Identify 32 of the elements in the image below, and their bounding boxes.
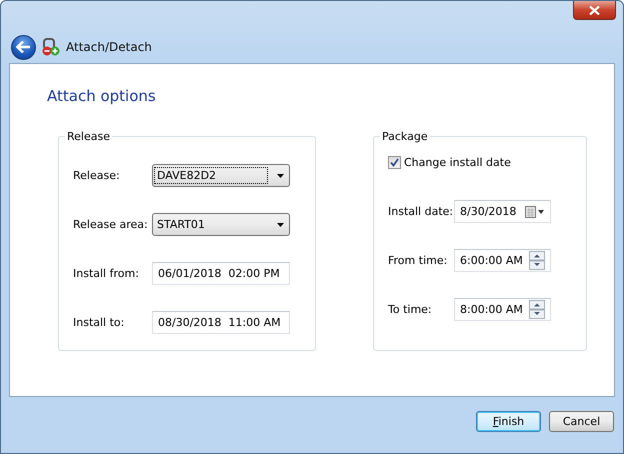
checkbox-label[interactable]: Change install date xyxy=(404,156,511,168)
attach-detach-icon xyxy=(42,38,60,56)
back-button[interactable] xyxy=(11,34,36,60)
spinner-icon[interactable] xyxy=(529,300,545,319)
finish-button[interactable]: Finish xyxy=(476,411,541,432)
field-label: Release: xyxy=(73,169,121,182)
field-label: Release area: xyxy=(73,218,149,231)
field-label: Install to: xyxy=(73,316,126,329)
field-label: Install date: xyxy=(388,205,454,218)
checkbox[interactable] xyxy=(388,156,401,168)
field-label: From time: xyxy=(388,254,448,267)
text-field[interactable]: 06/01/2018 02:00 PM xyxy=(152,262,290,285)
dropdown[interactable]: START01 xyxy=(152,213,290,236)
group-title: Release xyxy=(66,130,111,143)
text-field[interactable]: 08/30/2018 11:00 AM xyxy=(152,311,290,334)
field-label: To time: xyxy=(388,303,433,316)
time-field[interactable]: 8:00:00 AM xyxy=(454,298,551,321)
caret-icon xyxy=(277,222,284,226)
page-heading: Attach options xyxy=(47,87,157,105)
dropdown[interactable]: DAVE82D2 xyxy=(152,164,290,187)
time-field[interactable]: 6:00:00 AM xyxy=(454,249,551,272)
cancel-button[interactable]: Cancel xyxy=(549,411,614,432)
window-title: Attach/Detach xyxy=(66,40,152,54)
date-field[interactable]: 8/30/2018 xyxy=(454,200,551,223)
group-title: Package xyxy=(381,130,429,143)
caret-icon xyxy=(277,174,284,178)
close-button[interactable] xyxy=(573,1,616,20)
spinner-icon[interactable] xyxy=(529,251,545,270)
arrow-left-icon xyxy=(16,41,31,53)
close-icon xyxy=(589,6,600,14)
calendar-dropdown-icon[interactable] xyxy=(525,206,545,218)
field-label: Install from: xyxy=(73,267,140,280)
